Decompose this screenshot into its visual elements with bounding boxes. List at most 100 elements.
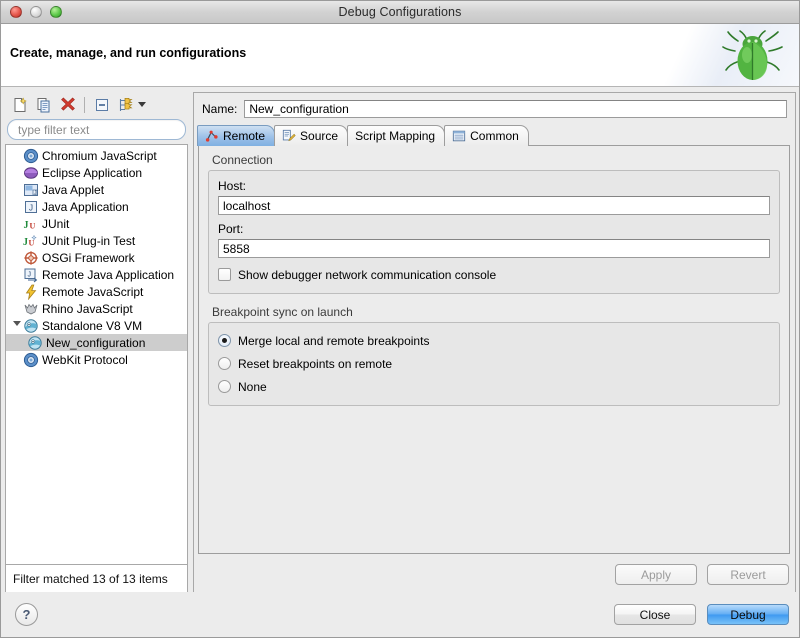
breakpoint-sync-group: Breakpoint sync on launch Merge local an…: [208, 305, 780, 406]
tree-item-new-configuration[interactable]: New_configuration: [6, 334, 187, 351]
tab-source[interactable]: Source: [274, 125, 349, 146]
breakpoint-sync-options: Merge local and remote breakpoints Reset …: [208, 322, 780, 406]
remote-javascript-icon: [23, 284, 39, 300]
tree-item-standalone-v8-vm[interactable]: Standalone V8 VM: [6, 317, 187, 334]
tree-item-java-applet[interactable]: J Java Applet: [6, 181, 187, 198]
tree-item-remote-java-application[interactable]: J Remote Java Application: [6, 266, 187, 283]
window-titlebar: Debug Configurations: [1, 1, 799, 24]
apply-button[interactable]: Apply: [615, 564, 697, 585]
breakpoint-option-radio[interactable]: [218, 380, 231, 393]
show-console-checkbox-row[interactable]: Show debugger network communication cons…: [218, 265, 770, 284]
tab-common[interactable]: Common: [444, 125, 529, 146]
remote-java-icon: J: [23, 267, 39, 283]
remote-tab-panel: Connection Host: localhost Port: 5858 Sh…: [198, 145, 790, 554]
svg-text:U: U: [29, 238, 35, 247]
port-input[interactable]: 5858: [218, 239, 770, 258]
tree-item-label: JUnit Plug-in Test: [42, 233, 136, 248]
tree-item-junit[interactable]: J U JUnit: [6, 215, 187, 232]
breakpoint-option-radio[interactable]: [218, 334, 231, 347]
host-input-value: localhost: [223, 198, 271, 213]
tree-item-label: OSGi Framework: [42, 250, 135, 265]
new-configuration-icon[interactable]: [9, 95, 30, 115]
minimize-button[interactable]: [30, 6, 42, 18]
tree-item-label: Chromium JavaScript: [42, 148, 157, 163]
tree-item-label: WebKit Protocol: [42, 352, 128, 367]
name-input[interactable]: New_configuration: [244, 100, 787, 118]
tree-expand-arrow-icon[interactable]: [10, 321, 23, 330]
svg-text:J: J: [29, 203, 33, 212]
host-label: Host:: [218, 179, 247, 193]
v8-icon: [27, 335, 43, 351]
configurations-toolbar: [5, 92, 188, 117]
tree-item-label: Remote JavaScript: [42, 284, 144, 299]
webkit-icon: [23, 352, 39, 368]
host-input[interactable]: localhost: [218, 196, 770, 215]
configurations-tree[interactable]: Chromium JavaScript Eclipse Application J J…: [5, 144, 188, 564]
configuration-editor: Name: New_configuration Remote Source Scri…: [193, 92, 796, 594]
eclipse-icon: [23, 165, 39, 181]
dialog-footer: ? Close Debug: [1, 592, 799, 637]
tab-label: Remote: [223, 129, 266, 143]
tree-item-label: Eclipse Application: [42, 165, 143, 180]
v8-icon: [23, 318, 39, 334]
breakpoint-option-row[interactable]: Merge local and remote breakpoints: [218, 331, 770, 350]
osgi-icon: [23, 250, 39, 266]
tree-item-remote-javascript[interactable]: Remote JavaScript: [6, 283, 187, 300]
main-content: type filter text Chromium JavaScript Ecli…: [1, 86, 799, 594]
page-title: Create, manage, and run configurations: [10, 46, 247, 60]
port-input-value: 5858: [223, 241, 250, 256]
close-dialog-button[interactable]: Close: [614, 604, 696, 625]
filter-icon[interactable]: [115, 95, 136, 115]
filter-status-text: Filter matched 13 of 13 items: [13, 572, 168, 586]
breakpoint-option-radio[interactable]: [218, 357, 231, 370]
configurations-panel: type filter text Chromium JavaScript Ecli…: [5, 92, 188, 594]
tree-item-eclipse-application[interactable]: Eclipse Application: [6, 164, 187, 181]
tree-item-rhino-javascript[interactable]: Rhino JavaScript: [6, 300, 187, 317]
svg-text:U: U: [30, 221, 36, 230]
revert-button[interactable]: Revert: [707, 564, 789, 585]
tab-label: Script Mapping: [355, 129, 436, 143]
tree-item-java-application[interactable]: J Java Application: [6, 198, 187, 215]
name-input-value: New_configuration: [249, 102, 349, 116]
breakpoint-option-label: Reset breakpoints on remote: [238, 356, 393, 371]
delete-configuration-icon[interactable]: [57, 95, 78, 115]
name-row: Name: New_configuration: [194, 93, 795, 124]
show-console-checkbox[interactable]: [218, 268, 231, 281]
green-bug-icon: [722, 30, 783, 80]
zoom-button[interactable]: [50, 6, 62, 18]
tree-item-junit-plug-in-test[interactable]: J U JUnit Plug-in Test: [6, 232, 187, 249]
breakpoint-option-row[interactable]: None: [218, 377, 770, 396]
breakpoint-option-row[interactable]: Reset breakpoints on remote: [218, 354, 770, 373]
breakpoint-option-label: Merge local and remote breakpoints: [238, 333, 430, 348]
breakpoint-sync-title: Breakpoint sync on launch: [212, 305, 353, 319]
debug-button[interactable]: Debug: [707, 604, 789, 625]
tab-remote[interactable]: Remote: [197, 125, 276, 146]
close-button[interactable]: [10, 6, 22, 18]
svg-text:J: J: [24, 220, 29, 231]
tree-item-chromium-javascript[interactable]: Chromium JavaScript: [6, 147, 187, 164]
breakpoint-option-label: None: [238, 379, 267, 394]
toolbar-separator: [84, 96, 85, 113]
name-label: Name:: [202, 102, 238, 116]
tree-item-label: Standalone V8 VM: [42, 318, 143, 333]
connection-group-title: Connection: [212, 153, 273, 167]
help-button[interactable]: ?: [15, 603, 38, 626]
tree-item-osgi-framework[interactable]: OSGi Framework: [6, 249, 187, 266]
tab-label: Common: [470, 129, 519, 143]
tab-script-mapping[interactable]: Script Mapping: [347, 125, 446, 146]
filter-input[interactable]: type filter text: [7, 119, 186, 140]
tree-item-webkit-protocol[interactable]: WebKit Protocol: [6, 351, 187, 368]
window-title: Debug Configurations: [338, 5, 462, 19]
junit-icon: JU: [23, 216, 39, 232]
filter-status: Filter matched 13 of 13 items: [5, 564, 188, 594]
chromium-icon: [23, 148, 39, 164]
editor-tabs: Remote Source Script Mapping Common: [194, 124, 795, 146]
tree-item-label: JUnit: [42, 216, 70, 231]
collapse-all-icon[interactable]: [91, 95, 112, 115]
java-applet-icon: J: [23, 182, 39, 198]
filter-placeholder: type filter text: [18, 122, 90, 137]
filter-dropdown-arrow-icon[interactable]: [138, 102, 146, 107]
tree-item-label: Java Applet: [42, 182, 105, 197]
tree-item-label: Java Application: [42, 199, 129, 214]
duplicate-configuration-icon[interactable]: [33, 95, 54, 115]
